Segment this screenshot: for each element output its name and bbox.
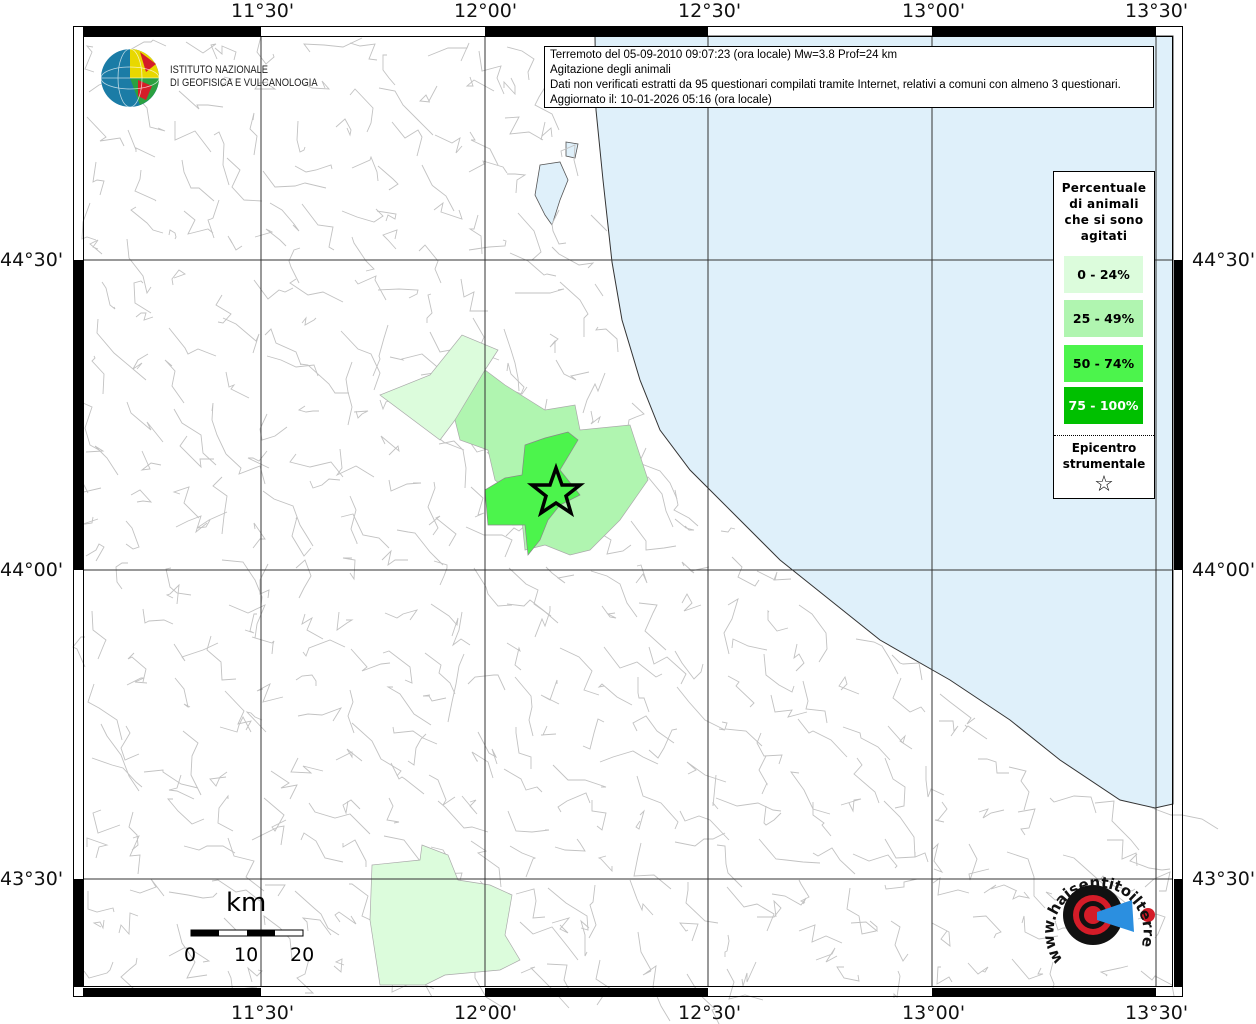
legend-epicenter-line: strumentale [1062, 457, 1146, 471]
ingv-logo-text: ISTITUTO NAZIONALE DI GEOFISICA E VULCAN… [170, 64, 318, 90]
lon-label-top: 13°00' [902, 0, 966, 22]
lon-label-bottom: 11°30' [231, 1002, 295, 1024]
lon-label-bottom: 13°00' [902, 1002, 966, 1024]
map-subject: Agitazione degli animali [550, 64, 671, 76]
lat-label-right: 44°00' [1192, 559, 1256, 581]
legend-class-25-49: 25 - 49% [1064, 300, 1143, 337]
lon-label-bottom: 12°30' [678, 1002, 742, 1024]
data-note: Dati non verificati estratti da 95 quest… [550, 79, 1121, 91]
legend: Percentuale di animali che si sono agita… [1053, 171, 1155, 499]
lon-label-top: 13°30' [1125, 0, 1189, 22]
lon-label-top: 12°30' [678, 0, 742, 22]
intensity-map: www.haisentitoilterremoto.it [0, 0, 1219, 1024]
event-title: Terremoto del 05-09-2010 09:07:23 (ora l… [550, 49, 898, 61]
lon-label-bottom: 13°30' [1125, 1002, 1189, 1024]
scale-unit: km [226, 888, 267, 918]
lat-label-left: 44°30' [0, 249, 64, 271]
scale-tick: 0 [184, 944, 197, 966]
scale-tick: 20 [290, 944, 315, 966]
legend-divider [1054, 435, 1154, 436]
lat-label-left: 43°30' [0, 868, 64, 890]
legend-class-75-100: 75 - 100% [1064, 387, 1143, 424]
lon-label-top: 12°00' [454, 0, 518, 22]
legend-title-line: di animali [1069, 197, 1139, 211]
event-info-box: Terremoto del 05-09-2010 09:07:23 (ora l… [544, 46, 1154, 108]
ingv-logo-icon [100, 48, 160, 108]
ingv-line2: DI GEOFISICA E VULCANOLOGIA [170, 77, 318, 89]
lat-label-right: 43°30' [1192, 868, 1256, 890]
scale-bar [190, 929, 304, 937]
legend-epicenter-label: Epicentro strumentale [1054, 440, 1154, 472]
legend-title: Percentuale di animali che si sono agita… [1054, 180, 1154, 244]
lon-label-bottom: 12°00' [454, 1002, 518, 1024]
legend-title-line: che si sono [1064, 213, 1144, 227]
star-icon: ☆ [1094, 472, 1114, 497]
lat-label-right: 44°30' [1192, 249, 1256, 271]
lon-label-top: 11°30' [231, 0, 295, 22]
ingv-line1: ISTITUTO NAZIONALE [170, 64, 269, 76]
legend-class-50-74: 50 - 74% [1064, 345, 1143, 382]
updated-at: Aggiornato il: 10-01-2026 05:16 (ora loc… [550, 94, 772, 106]
legend-class-0-24: 0 - 24% [1064, 256, 1143, 293]
legend-title-line: agitati [1080, 229, 1128, 243]
lat-label-left: 44°00' [0, 559, 64, 581]
legend-title-line: Percentuale [1061, 181, 1147, 195]
legend-epicenter-line: Epicentro [1071, 441, 1137, 455]
scale-tick: 10 [234, 944, 259, 966]
